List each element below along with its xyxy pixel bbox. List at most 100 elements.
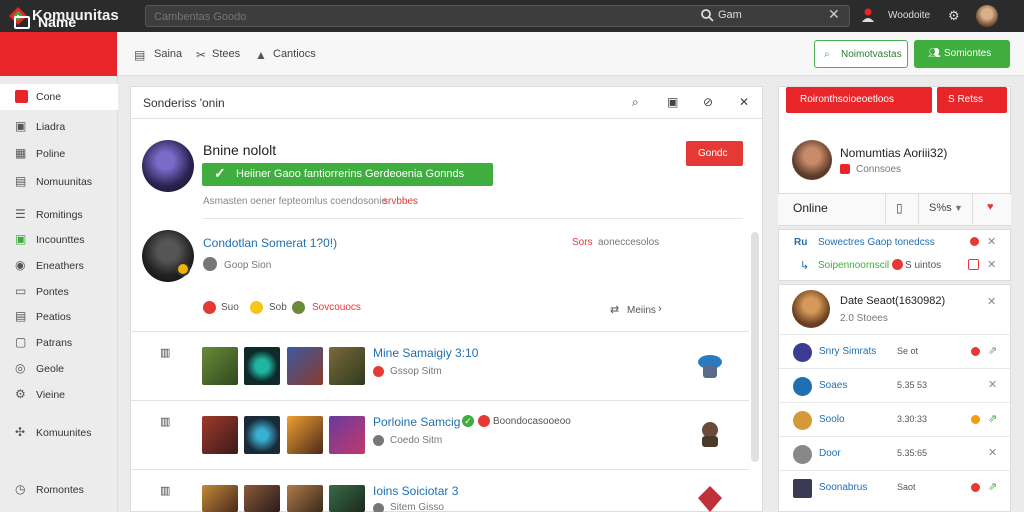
gear-icon[interactable]: ⚙ [948, 8, 960, 24]
heart-icon[interactable]: ♥ [987, 201, 994, 213]
list-item[interactable]: Snry Simrats Se ot ⇗ [779, 334, 1010, 368]
status-badge [892, 259, 903, 270]
thumbnail[interactable] [329, 416, 365, 454]
search-icon[interactable] [700, 8, 714, 22]
reaction-count: Sovcouocs [312, 302, 361, 313]
search-box[interactable] [145, 5, 850, 27]
sidebar-item-poline[interactable]: ▦ Poline [0, 141, 118, 167]
search-input[interactable] [154, 9, 674, 24]
close-icon[interactable]: ✕ [987, 295, 996, 308]
thumbnail[interactable] [287, 347, 323, 385]
grid-icon[interactable]: ▥ [160, 346, 170, 359]
close-icon[interactable]: ✕ [828, 6, 840, 23]
sidebar-item-cone[interactable]: Cone [0, 84, 118, 110]
header-nav-cantiocs[interactable]: Cantiocs [273, 48, 316, 60]
grid-icon[interactable]: ▥ [160, 484, 170, 497]
header-nav-saina[interactable]: Saina [154, 48, 182, 60]
thumbnail[interactable] [244, 347, 280, 385]
thumbnail[interactable] [202, 416, 238, 454]
list-item-value: Saot [897, 482, 916, 492]
status-badge [373, 435, 384, 446]
thumbnail[interactable] [244, 416, 280, 454]
user-icon[interactable] [860, 7, 876, 23]
list-icon: ☰ [15, 207, 26, 221]
notifications-button[interactable]: ⌕ Noimotvastas [814, 40, 908, 68]
sidebar-item-vieine[interactable]: ⚙ Vieine [0, 382, 118, 408]
thumbnail[interactable] [287, 485, 323, 512]
activity-line[interactable]: Soipennoornscil [818, 260, 889, 271]
activity-line[interactable]: Sowectres Gaop tonedcss [818, 237, 935, 248]
close-icon[interactable]: ✕ [988, 378, 997, 391]
row-meta: Gssop Sitm [390, 366, 442, 377]
list-item[interactable]: Door 5.35:65 ✕ [779, 436, 1010, 470]
avatar[interactable] [792, 290, 830, 328]
sidebar-item-peatios[interactable]: ▤ Peatios [0, 304, 118, 330]
sidebar-item-romitings[interactable]: ☰ Romitings [0, 202, 118, 228]
search-button[interactable]: Gam [718, 9, 742, 21]
sidebar-item-label: Romitings [36, 209, 83, 221]
post-subtitle-link[interactable]: srvbbes [383, 196, 418, 207]
search-icon[interactable]: ⌕ [632, 95, 639, 110]
bag-icon: ▲ [255, 48, 267, 62]
comment-author[interactable]: Condotlan Somerat 1?0!) [203, 236, 337, 250]
close-icon[interactable]: ✕ [739, 95, 749, 109]
user-name[interactable]: Woodoite [888, 10, 930, 21]
profile-name[interactable]: Nomumtias Aoriii32) [840, 146, 947, 160]
list-item[interactable]: Soaes 5.35 53 ✕ [779, 368, 1010, 402]
primary-action-label: Roironthsoioeoetloos [800, 94, 894, 105]
secondary-action-button[interactable]: S Retss [937, 87, 1007, 113]
sidebar-item-romontes[interactable]: ◷ Romontes [0, 477, 118, 503]
smile-icon[interactable] [250, 301, 263, 314]
sidebar-item-komuunites[interactable]: ✣ Komuunites [0, 420, 118, 446]
row-title[interactable]: Mine Samaigiy 3:10 [373, 346, 478, 360]
grid-icon[interactable]: ▥ [160, 415, 170, 428]
member-name[interactable]: Date Seaot(1630982) [840, 295, 945, 307]
list-item[interactable]: Soonabrus Saot ⇗ [779, 470, 1010, 512]
thumbnail[interactable] [329, 347, 365, 385]
sidebar-item-liadra[interactable]: ▣ Liadra [0, 114, 118, 140]
more-link[interactable]: Meiins [627, 305, 656, 316]
online-label[interactable]: Online [793, 201, 828, 215]
list-item[interactable]: Soolo 3.30:33 ⇗ [779, 402, 1010, 436]
row-title[interactable]: Porloine Samcig [373, 415, 460, 429]
close-icon[interactable]: ✕ [987, 258, 996, 271]
share-icon[interactable]: ⇄ [610, 303, 619, 316]
doc-icon: ▤ [15, 309, 27, 323]
scrollbar[interactable] [751, 232, 759, 462]
thumbnail[interactable] [329, 485, 365, 512]
sidebar-item-patrans[interactable]: ▢ Patrans [0, 330, 118, 356]
heart-icon[interactable] [203, 301, 216, 314]
sidebar-item-pontes[interactable]: ▭ Pontes [0, 279, 118, 305]
chevron-right-icon[interactable]: › [658, 303, 662, 315]
post-author[interactable]: Bnine nololt [203, 142, 276, 158]
thumbnail[interactable] [244, 485, 280, 512]
row-title[interactable]: Ioins Soiciotar 3 [373, 484, 458, 498]
summaries-button[interactable]: 👥︎ Somiontes [914, 40, 1010, 68]
share-icon[interactable]: ⇗ [988, 344, 997, 357]
thumbnail[interactable] [287, 416, 323, 454]
sidebar-item-incounttes[interactable]: ▣ Incounttes [0, 227, 118, 253]
header-nav-stees[interactable]: Stees [212, 48, 240, 60]
maximize-icon[interactable]: ▣ [667, 95, 678, 109]
thumbnail[interactable] [202, 347, 238, 385]
thumbnail[interactable] [202, 485, 238, 512]
avatar[interactable] [792, 140, 832, 180]
sticker-icon[interactable] [292, 301, 305, 314]
online-count[interactable]: S%s [929, 202, 952, 214]
link-icon[interactable]: ⊘ [703, 95, 713, 109]
mascot-icon [698, 486, 722, 512]
avatar[interactable] [142, 140, 194, 192]
bookmark-icon[interactable]: ▯ [896, 201, 903, 215]
close-icon[interactable]: ✕ [987, 235, 996, 248]
status-badge [373, 503, 384, 512]
sidebar-item-nomuunitas[interactable]: ▤ Nomuunitas [0, 169, 118, 195]
share-icon[interactable]: ⇗ [988, 480, 997, 493]
avatar[interactable] [976, 5, 998, 27]
sidebar-item-eneathers[interactable]: ◉ Eneathers [0, 253, 118, 279]
sidebar-item-geole[interactable]: ◎ Geole [0, 356, 118, 382]
close-icon[interactable]: ✕ [988, 446, 997, 459]
primary-action-button[interactable]: Roironthsoioeoetloos [786, 87, 932, 113]
brand-button[interactable] [0, 32, 117, 76]
share-icon[interactable]: ⇗ [988, 412, 997, 425]
chevron-down-icon[interactable]: ▼ [954, 203, 963, 213]
